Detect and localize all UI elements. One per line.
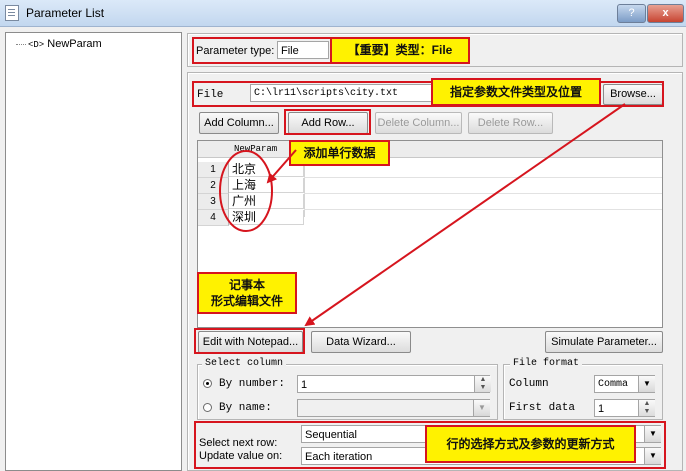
add-row-arrow: [266, 149, 297, 184]
annotation-arrows: [266, 103, 626, 327]
notepad-arrow: [304, 103, 626, 327]
